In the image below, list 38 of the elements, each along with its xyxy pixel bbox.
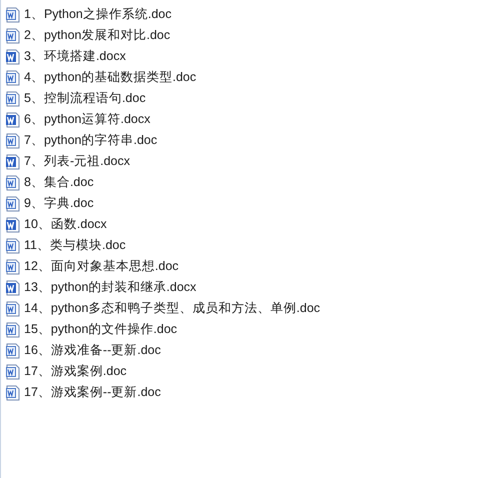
file-name[interactable]: 6、python运算符.docx [24, 110, 150, 129]
word-document-icon [5, 28, 21, 44]
file-name[interactable]: 9、字典.doc [24, 194, 94, 213]
file-name[interactable]: 13、python的封装和继承.docx [24, 278, 196, 297]
file-name[interactable]: 15、python的文件操作.doc [24, 320, 178, 339]
word-document-icon [5, 342, 21, 358]
word-document-icon [5, 280, 21, 296]
file-name[interactable]: 1、Python之操作系统.doc [24, 5, 172, 24]
word-document-icon [5, 70, 21, 86]
word-document-icon [5, 90, 21, 106]
word-document-icon [5, 258, 21, 274]
file-name[interactable]: 17、游戏案例--更新.doc [24, 383, 161, 402]
word-document-icon [5, 48, 21, 64]
word-document-icon [5, 322, 21, 338]
file-name[interactable]: 2、python发展和对比.doc [24, 26, 170, 45]
word-document-icon [5, 216, 21, 232]
file-name[interactable]: 3、环境搭建.docx [24, 47, 126, 66]
word-document-icon [5, 196, 21, 212]
word-document-icon [5, 6, 21, 22]
word-document-icon [5, 300, 21, 316]
file-name[interactable]: 14、python多态和鸭子类型、成员和方法、单例.doc [24, 299, 320, 318]
word-document-icon [5, 174, 21, 190]
word-document-icon [5, 132, 21, 148]
file-name[interactable]: 4、python的基础数据类型.doc [24, 68, 196, 87]
file-name[interactable]: 5、控制流程语句.doc [24, 89, 146, 108]
file-name[interactable]: 16、游戏准备--更新.doc [24, 341, 161, 360]
file-name[interactable]: 7、python的字符串.doc [24, 131, 158, 150]
file-name[interactable]: 10、函数.docx [24, 215, 107, 234]
word-document-icon [5, 112, 21, 128]
file-name[interactable]: 17、游戏案例.doc [24, 362, 127, 381]
file-name[interactable]: 11、类与模块.doc [24, 236, 126, 255]
file-name[interactable]: 7、列表-元祖.docx [24, 152, 130, 171]
word-document-icon [5, 384, 21, 400]
word-document-icon [5, 154, 21, 170]
file-name[interactable]: 12、面向对象基本思想.doc [24, 257, 179, 276]
word-document-icon [5, 364, 21, 380]
word-document-icon [5, 238, 21, 254]
file-name[interactable]: 8、集合.doc [24, 173, 94, 192]
